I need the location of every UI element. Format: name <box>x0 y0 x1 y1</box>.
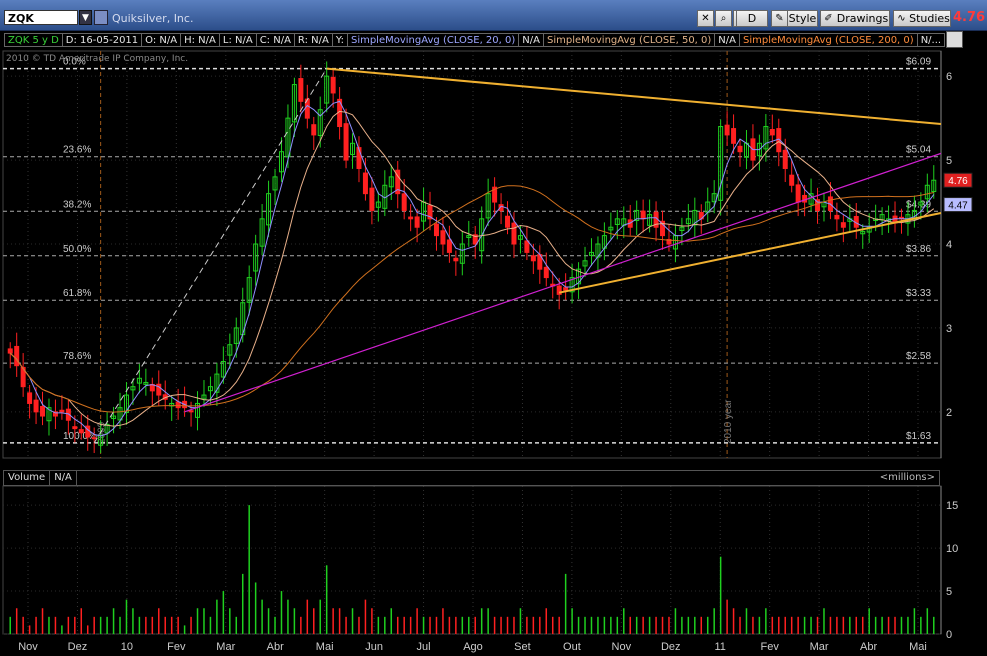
candle-body <box>511 222 517 245</box>
candle-body <box>408 216 414 220</box>
fib-price-label: $3.33 <box>906 288 931 299</box>
y-tick-label: 3 <box>946 323 952 335</box>
candle-body <box>505 215 511 228</box>
fib-price-label: $6.09 <box>906 57 931 68</box>
candle-body <box>440 230 446 245</box>
candle-body <box>789 174 795 186</box>
fib-pct-label: 50.0% <box>63 244 91 255</box>
candle-body <box>453 257 459 262</box>
x-tick-label: Fev <box>760 641 779 653</box>
candle-body <box>530 255 536 262</box>
candle-body <box>524 240 530 253</box>
candle-body <box>27 392 33 404</box>
fib-price-label: $5.04 <box>906 145 931 156</box>
volume-label: Volume <box>4 471 51 485</box>
candle-body <box>543 266 549 279</box>
y-tick-label: 6 <box>946 71 952 83</box>
candle-body <box>330 76 336 94</box>
candle-body <box>298 78 304 102</box>
x-tick-label: Set <box>514 641 531 653</box>
candle-body <box>175 401 181 409</box>
sma20-line <box>9 100 935 437</box>
sma50-line <box>9 110 935 427</box>
fib-price-label: $3.86 <box>906 244 931 255</box>
candle-body <box>563 287 569 291</box>
fib-price-label: $2.58 <box>906 351 931 362</box>
candle-body <box>91 437 97 440</box>
candle-body <box>737 145 743 153</box>
x-tick-label: 10 <box>121 641 133 653</box>
year-marker-label: 2010 year <box>723 399 734 444</box>
candle-body <box>40 405 46 417</box>
candle-body <box>7 348 13 354</box>
x-tick-label: Nov <box>612 641 632 653</box>
candle-body <box>343 123 349 161</box>
candle-body <box>731 128 737 144</box>
price-badge-label: 4.47 <box>948 201 968 212</box>
candle-body <box>401 193 407 211</box>
candle-body <box>640 210 646 220</box>
volume-units: <millions> <box>879 472 935 483</box>
candle-body <box>433 223 439 237</box>
x-tick-label: Ago <box>463 641 483 653</box>
candle-body <box>414 216 420 228</box>
magenta-trendline <box>184 152 942 413</box>
candle-body <box>795 184 801 203</box>
x-tick-label: Jul <box>417 641 431 653</box>
x-tick-label: 11 <box>715 641 726 653</box>
volume-tick-label: 0 <box>946 629 952 641</box>
candle-body <box>59 409 65 413</box>
x-tick-label: Out <box>563 641 581 653</box>
x-tick-label: Jun <box>365 641 383 653</box>
volume-header: Volume N/A <millions> <box>3 470 940 486</box>
candle-body <box>834 214 840 220</box>
copyright-text: 2010 © TD Ameritrade IP Company, Inc. <box>6 54 189 64</box>
y-tick-label: 5 <box>946 155 952 167</box>
x-tick-label: Dez <box>68 641 88 653</box>
x-tick-label: Abr <box>267 641 284 653</box>
candle-body <box>840 222 846 228</box>
candle-body <box>33 399 39 413</box>
x-tick-label: Mar <box>810 641 829 653</box>
x-tick-label: Mai <box>316 641 334 653</box>
fib-price-label: $1.63 <box>906 431 931 442</box>
candle-body <box>362 172 368 195</box>
x-tick-label: Nov <box>18 641 38 653</box>
candle-body <box>369 187 375 211</box>
x-tick-label: Mar <box>216 641 235 653</box>
candle-body <box>446 239 452 253</box>
candle-body <box>78 429 84 434</box>
candle-body <box>188 410 194 413</box>
fib-pct-label: 38.2% <box>63 199 91 210</box>
fib-pct-label: 23.6% <box>63 145 91 156</box>
fib-pct-label: 61.8% <box>63 288 91 299</box>
price-badge-label: 4.76 <box>948 176 968 187</box>
candle-body <box>769 129 775 136</box>
price-chart[interactable]: Nov Dez 10 Fev Mar Abr Mai Jun Jul Ago Set Out Nov De… <box>0 0 987 656</box>
candle-body <box>311 124 317 136</box>
y-tick-label: 2 <box>946 407 952 419</box>
volume-panel-frame <box>2 485 942 635</box>
fib-pct-label: 78.6% <box>63 351 91 362</box>
volume-value: N/A <box>50 471 77 485</box>
sma200-line <box>9 185 934 413</box>
candle-body <box>72 426 78 430</box>
x-tick-label: Abr <box>860 641 877 653</box>
candle-body <box>782 149 788 169</box>
volume-tick-label: 15 <box>946 500 958 512</box>
x-tick-label: Fev <box>167 641 186 653</box>
x-tick-label: Dez <box>661 641 681 653</box>
y-tick-label: 4 <box>946 239 952 251</box>
x-tick-label: Mai <box>909 641 927 653</box>
volume-tick-label: 10 <box>946 543 958 555</box>
volume-tick-label: 5 <box>946 586 952 598</box>
candle-body <box>724 124 730 136</box>
resistance-trendline <box>326 67 942 126</box>
candle-body <box>14 345 20 367</box>
